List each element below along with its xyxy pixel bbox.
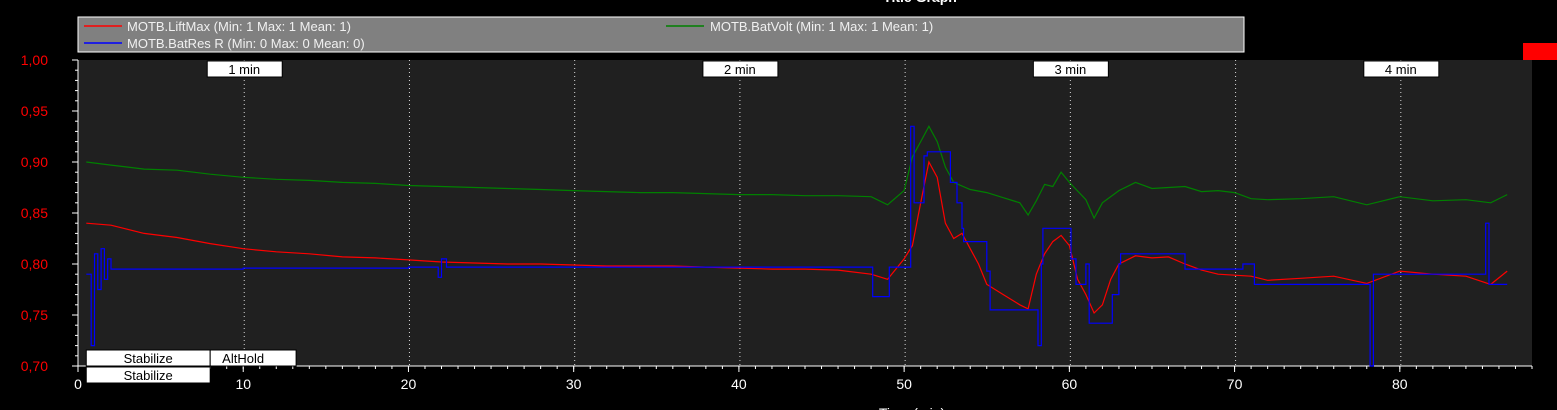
x-tick-label: 30	[566, 376, 582, 392]
y-tick-label: 0,75	[21, 307, 48, 323]
minute-marker-label: 3 min	[1054, 62, 1086, 77]
y-tick-label: 0,95	[21, 103, 48, 119]
line-chart: Title Graph MOTB.LiftMax (Min: 1 Max: 1 M…	[21, 0, 1557, 410]
mode-band-label: AltHold	[222, 351, 264, 366]
y-tick-label: 0,85	[21, 205, 48, 221]
x-tick-label: 20	[401, 376, 417, 392]
y-tick-label: 0,90	[21, 154, 48, 170]
y-tick-label: 1,00	[21, 52, 48, 68]
minute-marker-label: 2 min	[724, 62, 756, 77]
series-indicator	[1523, 43, 1557, 60]
mode-band-label: Stabilize	[124, 351, 173, 366]
x-tick-label: 60	[1062, 376, 1078, 392]
x-tick-label: 0	[74, 376, 82, 392]
x-tick-label: 80	[1392, 376, 1408, 392]
x-tick-label: 70	[1227, 376, 1243, 392]
plot-area	[78, 60, 1532, 366]
legend-entry: MOTB.BatVolt (Min: 1 Max: 1 Mean: 1)	[710, 19, 933, 34]
y-tick-label: 0,70	[21, 358, 48, 374]
legend-entry: MOTB.LiftMax (Min: 1 Max: 1 Mean: 1)	[127, 19, 351, 34]
mode-band-label: Stabilize	[124, 368, 173, 383]
legend-entry: MOTB.BatRes R (Min: 0 Max: 0 Mean: 0)	[127, 36, 365, 51]
x-tick-label: 40	[731, 376, 747, 392]
y-tick-label: 0,80	[21, 256, 48, 272]
minute-marker-label: 4 min	[1385, 62, 1417, 77]
x-axis-label: Time (min)	[879, 405, 945, 410]
minute-marker-label: 1 min	[228, 62, 260, 77]
x-tick-label: 10	[235, 376, 251, 392]
chart-title: Title Graph	[883, 0, 957, 5]
x-tick-label: 50	[896, 376, 912, 392]
graph-panel: Title Graph MOTB.LiftMax (Min: 1 Max: 1 M…	[0, 0, 1557, 410]
